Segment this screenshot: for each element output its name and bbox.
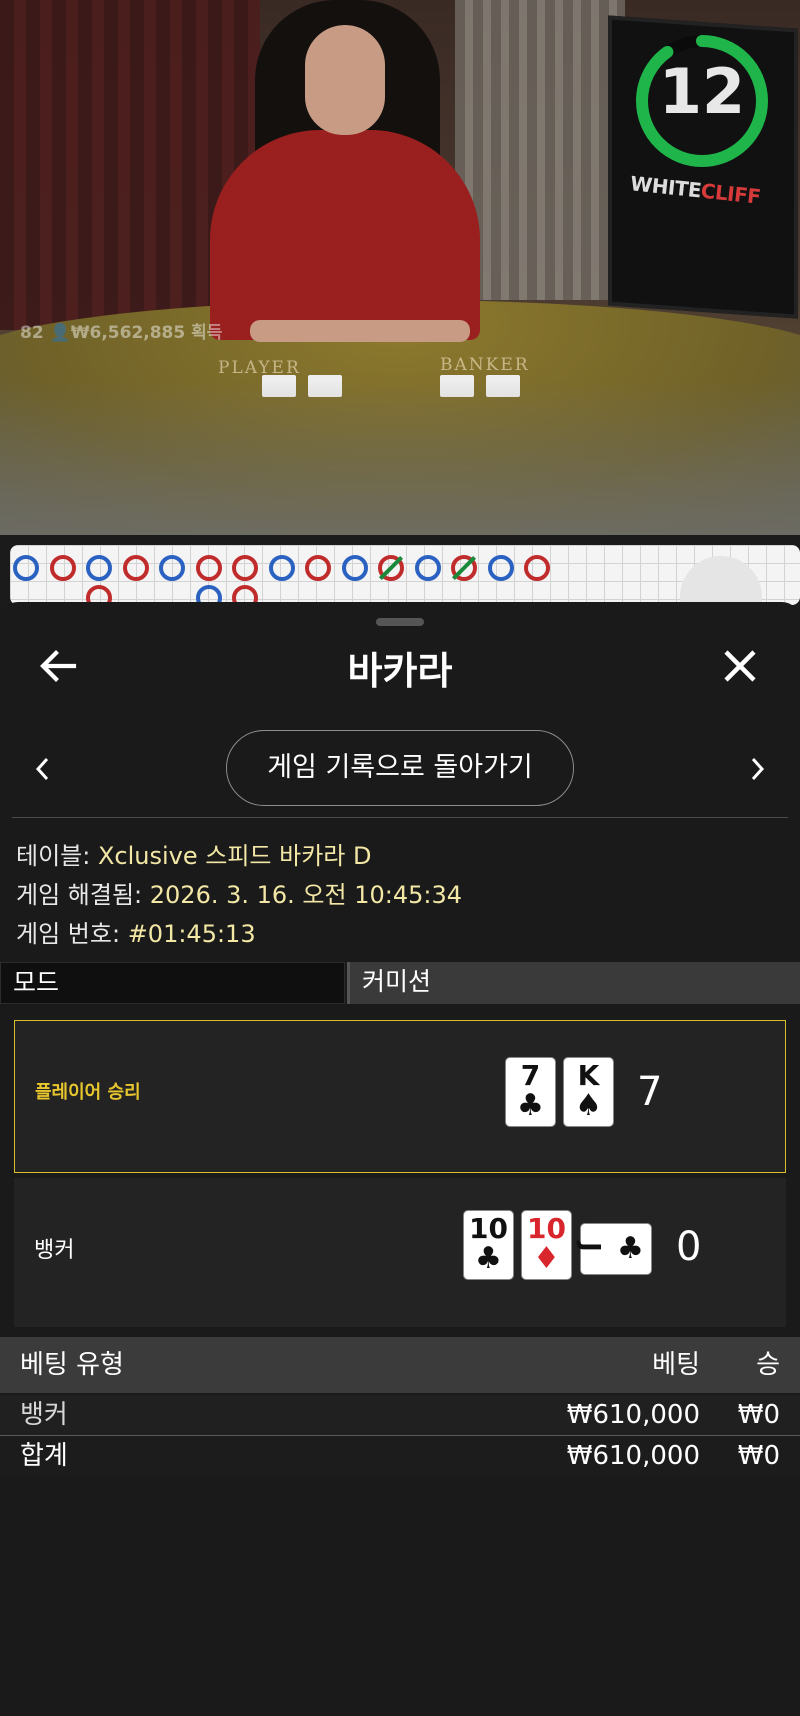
playing-card: 10 ♣ — [463, 1210, 514, 1280]
chevron-left-icon[interactable] — [28, 752, 58, 786]
banker-bead — [524, 555, 550, 581]
row-win-amount: ₩0 — [737, 1400, 780, 1430]
banker-result-panel: 뱅커 10 ♣ 10 ♦ J ♣ 0 — [14, 1178, 786, 1327]
banker-result-label: 뱅커 — [34, 1238, 75, 1263]
felt-banker-label: BANKER — [440, 355, 530, 375]
row-bet-type: 뱅커 — [20, 1400, 68, 1430]
dealer — [210, 0, 480, 350]
player-result-panel: 플레이어 승리 7 ♣ K ♠ 7 — [14, 1020, 786, 1173]
player-bead — [487, 555, 514, 581]
banker-bead — [232, 555, 258, 581]
resolved-info: 게임 해결됨: 2026. 3. 16. 오전 10:45:34 — [16, 881, 463, 909]
page-title: 바카라 — [347, 649, 453, 693]
col-bet-type: 베팅 유형 — [20, 1350, 124, 1380]
col-win: 승 — [756, 1350, 780, 1380]
player-result-label: 플레이어 승리 — [35, 1082, 141, 1103]
banker-bead — [305, 555, 331, 581]
sheet-drag-handle[interactable] — [376, 618, 424, 626]
table-row: 뱅커 ₩610,000 ₩0 — [0, 1395, 800, 1435]
total-win-amount: ₩0 — [737, 1441, 780, 1471]
divider — [12, 817, 788, 818]
curtain-right — [455, 0, 625, 300]
countdown-value: 12 — [658, 55, 746, 128]
banker-bead — [122, 555, 149, 581]
live-video: WHITECLIFF PLAYER BANKER 82 👤₩6,562,885 … — [0, 0, 800, 535]
game-number-info: 게임 번호: #01:45:13 — [16, 920, 256, 948]
playing-card-sideways: J ♣ — [575, 1223, 652, 1275]
playing-card: K ♠ — [563, 1057, 614, 1127]
total-bet-amount: ₩610,000 — [566, 1441, 700, 1471]
row-bet-amount: ₩610,000 — [566, 1400, 700, 1430]
back-to-history-button[interactable]: 게임 기록으로 돌아가기 — [226, 730, 574, 806]
player-bead — [159, 555, 185, 581]
tab-commission[interactable]: 커미션 — [347, 962, 800, 1004]
bet-table-header: 베팅 유형 베팅 승 — [0, 1337, 800, 1393]
tabs: 모드 커미션 — [0, 962, 800, 1006]
banker-score: 0 — [676, 1224, 702, 1270]
total-label: 합계 — [20, 1441, 68, 1471]
player-bead — [268, 555, 295, 581]
tab-mode[interactable]: 모드 — [0, 962, 345, 1004]
banker-bead — [195, 555, 222, 581]
player-bead — [414, 555, 441, 581]
playing-card: 10 ♦ — [521, 1210, 572, 1280]
playing-card: 7 ♣ — [505, 1057, 556, 1127]
player-bead — [341, 555, 368, 581]
winners-ticker: 82 👤₩6,562,885 획득 — [20, 323, 223, 343]
table-info: 테이블: Xclusive 스피드 바카라 D — [16, 842, 372, 870]
total-row: 합계 ₩610,000 ₩0 — [0, 1435, 800, 1476]
player-bead — [13, 555, 39, 581]
close-icon[interactable] — [716, 642, 764, 690]
col-bet: 베팅 — [652, 1350, 700, 1380]
chevron-right-icon[interactable] — [742, 752, 772, 786]
player-bead — [86, 555, 112, 581]
banker-bead — [49, 555, 76, 581]
player-score: 7 — [637, 1069, 663, 1115]
